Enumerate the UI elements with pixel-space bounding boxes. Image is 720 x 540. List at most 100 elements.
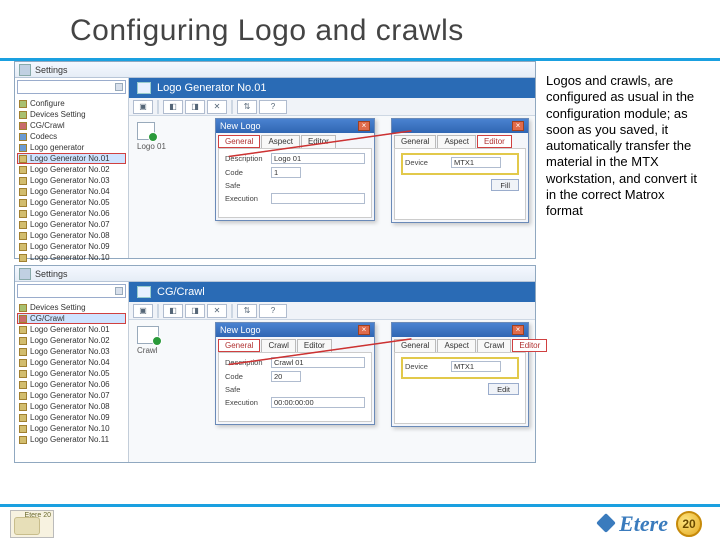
tree-item-label: Logo Generator No.05 [30, 368, 110, 379]
highlighted-field-group: DeviceMTX1 [401, 153, 519, 175]
toolbar-btn[interactable]: ◧ [163, 100, 183, 114]
execution-field[interactable] [271, 193, 365, 204]
sidebar-combo[interactable] [17, 284, 126, 298]
tree-node-icon [19, 133, 27, 141]
dialog-titlebar[interactable]: × [392, 323, 528, 337]
page-title: Configuring Logo and crawls [0, 0, 720, 58]
device-select[interactable]: MTX1 [451, 361, 501, 372]
toolbar-btn[interactable]: ? [259, 100, 287, 114]
tree-item[interactable]: Logo Generator No.11 [17, 434, 126, 445]
toolbar-btn[interactable]: ⇅ [237, 100, 257, 114]
tree-item-label: Logo Generator No.03 [30, 175, 110, 186]
config-tree[interactable]: Devices SettingCG/CrawlLogo Generator No… [17, 302, 126, 445]
tree-item[interactable]: Logo Generator No.09 [17, 412, 126, 423]
tab-aspect[interactable]: Aspect [437, 339, 475, 352]
toolbar-btn[interactable]: ◨ [185, 304, 205, 318]
tree-item[interactable]: Logo Generator No.07 [17, 219, 126, 230]
field-label: Execution [225, 194, 267, 203]
panel-icon [137, 82, 151, 94]
toolbar-btn[interactable]: ◧ [163, 304, 183, 318]
description-field[interactable]: Logo 01 [271, 153, 365, 164]
tab-editor[interactable]: Editor [512, 339, 547, 352]
tree-node-icon [19, 100, 27, 108]
tree-item[interactable]: Logo Generator No.07 [17, 390, 126, 401]
tab-crawl[interactable]: Crawl [261, 339, 295, 352]
tree-item[interactable]: Configure [17, 98, 126, 109]
close-icon[interactable]: × [512, 325, 524, 335]
tab-editor[interactable]: Editor [477, 135, 512, 148]
tree-node-icon [19, 315, 27, 323]
tree-item[interactable]: Logo Generator No.06 [17, 208, 126, 219]
window-titlebar[interactable]: Settings [15, 266, 535, 282]
close-icon[interactable]: × [358, 325, 370, 335]
tree-item[interactable]: Logo Generator No.10 [17, 423, 126, 434]
sidebar-combo[interactable] [17, 80, 126, 94]
execution-field[interactable]: 00:00:00:00 [271, 397, 365, 408]
dialog-titlebar[interactable]: × [392, 119, 528, 133]
tree-item[interactable]: Logo Generator No.08 [17, 230, 126, 241]
logo-thumbnail[interactable] [137, 122, 155, 140]
tree-item[interactable]: Logo Generator No.10 [17, 252, 126, 263]
fill-button[interactable]: Fill [491, 179, 519, 191]
tree-item[interactable]: Logo Generator No.01 [17, 153, 126, 164]
crawl-thumbnail[interactable] [137, 326, 159, 344]
toolbar: ▣ ◧ ◨ ✕ ⇅ ? [129, 302, 535, 320]
tree-item[interactable]: Devices Setting [17, 109, 126, 120]
editor-dialog[interactable]: × General Aspect Editor DeviceMTX1 Fill [391, 118, 529, 223]
description-field[interactable]: Crawl 01 [271, 357, 365, 368]
tree-item[interactable]: Logo Generator No.01 [17, 324, 126, 335]
tree-item[interactable]: CG/Crawl [17, 120, 126, 131]
toolbar-btn[interactable]: ? [259, 304, 287, 318]
tab-general[interactable]: General [218, 339, 260, 352]
toolbar-btn[interactable]: ⇅ [237, 304, 257, 318]
panel-header: CG/Crawl [129, 282, 535, 302]
tree-item[interactable]: Logo Generator No.08 [17, 401, 126, 412]
dialog-titlebar[interactable]: New Logo × [216, 119, 374, 133]
toolbar-btn[interactable]: ◨ [185, 100, 205, 114]
tree-item-label: Logo Generator No.07 [30, 219, 110, 230]
edit-button[interactable]: Edit [488, 383, 519, 395]
tree-item[interactable]: CG/Crawl [17, 313, 126, 324]
dialog-tabs: General Aspect Editor [392, 133, 528, 148]
tree-item-label: CG/Crawl [30, 313, 65, 324]
tree-item[interactable]: Logo Generator No.04 [17, 186, 126, 197]
tree-item[interactable]: Logo generator [17, 142, 126, 153]
toolbar-btn[interactable]: ▣ [133, 304, 153, 318]
field-label: Safe [225, 385, 267, 394]
tree-item[interactable]: Logo Generator No.02 [17, 164, 126, 175]
tree-item[interactable]: Logo Generator No.02 [17, 335, 126, 346]
code-field[interactable]: 1 [271, 167, 301, 178]
tab-crawl[interactable]: Crawl [477, 339, 511, 352]
dialog-titlebar[interactable]: New Logo × [216, 323, 374, 337]
toolbar-btn[interactable]: ✕ [207, 100, 227, 114]
code-field[interactable]: 20 [271, 371, 301, 382]
tree-item[interactable]: Logo Generator No.05 [17, 197, 126, 208]
tree-item[interactable]: Logo Generator No.09 [17, 241, 126, 252]
new-logo-dialog[interactable]: New Logo × General Aspect Editor Descrip… [215, 118, 375, 221]
tab-general[interactable]: General [394, 339, 436, 352]
close-icon[interactable]: × [512, 121, 524, 131]
editor-dialog[interactable]: × General Aspect Crawl Editor DeviceMTX1 [391, 322, 529, 427]
tree-item-label: Logo Generator No.01 [30, 324, 110, 335]
window-titlebar[interactable]: Settings [15, 62, 535, 78]
tree-item[interactable]: Logo Generator No.04 [17, 357, 126, 368]
main-area: Settings ConfigureDevices SettingCG/Craw… [0, 61, 720, 481]
new-logo-dialog[interactable]: New Logo × General Crawl Editor Descript… [215, 322, 375, 425]
tree-item[interactable]: Logo Generator No.03 [17, 175, 126, 186]
tree-node-icon [19, 166, 27, 174]
tree-item[interactable]: Devices Setting [17, 302, 126, 313]
tree-item[interactable]: Logo Generator No.03 [17, 346, 126, 357]
tree-node-icon [19, 414, 27, 422]
device-select[interactable]: MTX1 [451, 157, 501, 168]
toolbar-btn[interactable]: ✕ [207, 304, 227, 318]
tab-general[interactable]: General [218, 135, 260, 148]
close-icon[interactable]: × [358, 121, 370, 131]
tab-aspect[interactable]: Aspect [437, 135, 475, 148]
tab-general[interactable]: General [394, 135, 436, 148]
tree-item-label: Devices Setting [30, 302, 86, 313]
tree-item[interactable]: Codecs [17, 131, 126, 142]
tree-item[interactable]: Logo Generator No.06 [17, 379, 126, 390]
toolbar-btn[interactable]: ▣ [133, 100, 153, 114]
tree-item[interactable]: Logo Generator No.05 [17, 368, 126, 379]
config-tree[interactable]: ConfigureDevices SettingCG/CrawlCodecsLo… [17, 98, 126, 263]
